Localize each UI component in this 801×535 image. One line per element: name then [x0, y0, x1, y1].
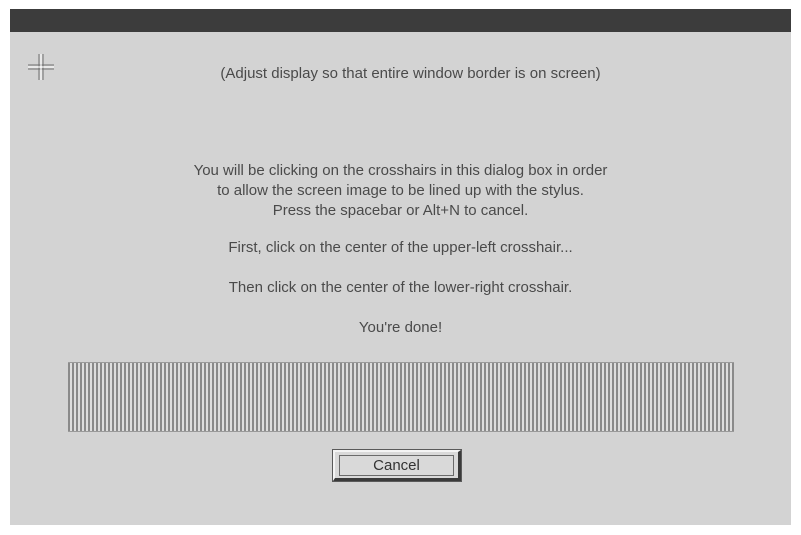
- title-bar: [10, 9, 791, 32]
- instructions-text: You will be clicking on the crosshairs i…: [10, 161, 791, 221]
- calibration-dialog: (Adjust display so that entire window bo…: [10, 9, 791, 525]
- step-done-text: You're done!: [358, 319, 443, 336]
- instruction-line: You will be clicking on the crosshairs i…: [193, 162, 608, 179]
- instruction-line: Press the spacebar or Alt+N to cancel.: [272, 202, 529, 219]
- instruction-line: to allow the screen image to be lined up…: [217, 182, 584, 199]
- adjust-display-note: (Adjust display so that entire window bo…: [220, 65, 601, 82]
- cancel-button[interactable]: Cancel: [332, 449, 462, 482]
- step-two-text: Then click on the center of the lower-ri…: [228, 279, 573, 296]
- calibration-progress-strip: [68, 362, 734, 432]
- step-one-text: First, click on the center of the upper-…: [228, 239, 573, 256]
- cancel-button-label: Cancel: [339, 454, 454, 476]
